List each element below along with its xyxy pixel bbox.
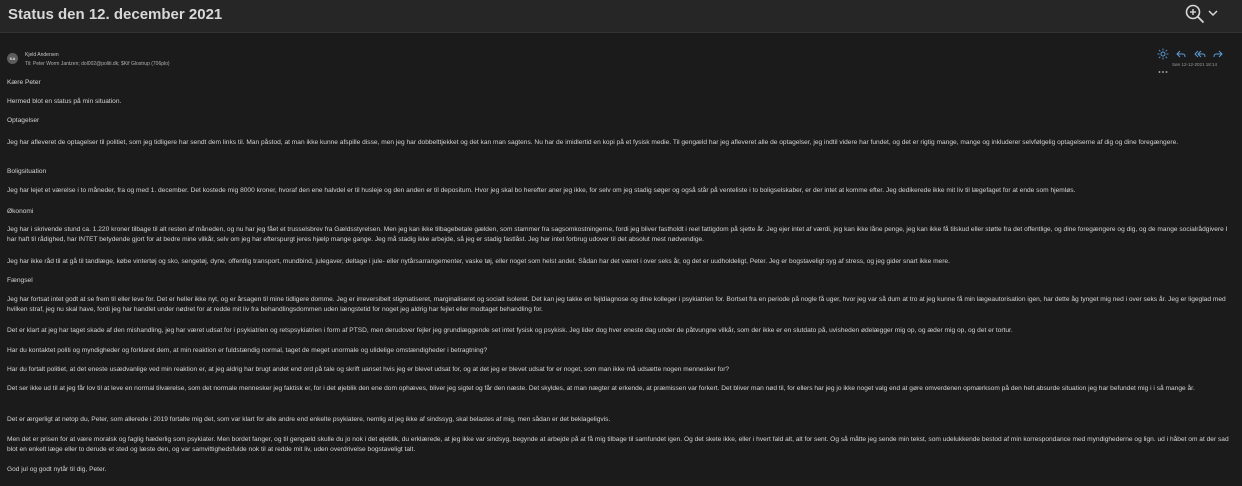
paragraph: Det ser ikke ud til at jeg får lov til a… — [7, 385, 1195, 392]
section-heading: Fængsel — [7, 277, 33, 284]
section-heading: Økonomi — [7, 208, 34, 215]
section-heading: Boligsituation — [7, 168, 47, 175]
reply-all-icon[interactable] — [1194, 47, 1206, 59]
section-heading: Optagelser — [7, 117, 40, 124]
paragraph: Men det er prisen for at være moralsk og… — [7, 436, 1229, 453]
email-subject: Status den 12. december 2021 — [8, 6, 223, 23]
message-header — [0, 48, 1242, 74]
sender-avatar: KA — [7, 53, 18, 64]
sender-name[interactable]: Kjeld Andersen — [25, 52, 59, 58]
closing: God jul og godt nytår til dig, Peter. — [7, 466, 107, 473]
message-actions — [1157, 47, 1242, 73]
paragraph: Det er ærgerligt at netop du, Peter, som… — [7, 416, 611, 423]
paragraph: Jeg har lejet et værelse i to måneder, f… — [7, 187, 1076, 194]
paragraph: Jeg har ikke råd til at gå til tandlæge,… — [7, 258, 950, 265]
paragraph: Jeg har fortsat intet godt at se frem ti… — [7, 296, 1226, 313]
subject-bar: Status den 12. december 2021 — [0, 0, 1242, 33]
more-options-icon[interactable] — [1157, 65, 1169, 77]
paragraph: Hermed blot en status på min situation. — [7, 98, 122, 105]
reply-icon[interactable] — [1175, 47, 1187, 59]
paragraph: Jeg har afleveret de optagelser til poli… — [7, 139, 1179, 146]
paragraph: Det er klart at jeg har taget skade af d… — [7, 327, 1013, 334]
sun-icon[interactable] — [1157, 47, 1169, 60]
forward-icon[interactable] — [1212, 47, 1224, 59]
zoom-in-icon[interactable] — [1184, 3, 1206, 25]
recipients-line: Til: Peter Worm Jantzen; dol002@politi.d… — [25, 61, 170, 67]
paragraph: Har du fortalt politiet, at det eneste u… — [7, 366, 730, 373]
greeting: Kære Peter — [7, 79, 41, 86]
paragraph: Har du kontaktet politi og myndigheder o… — [7, 347, 488, 354]
sent-datetime: Søn 12-12-2021 18:14 — [1172, 62, 1218, 67]
chevron-down-icon[interactable] — [1206, 6, 1220, 20]
paragraph: Jeg har i skrivende stund ca. 1.220 kron… — [7, 226, 1228, 243]
